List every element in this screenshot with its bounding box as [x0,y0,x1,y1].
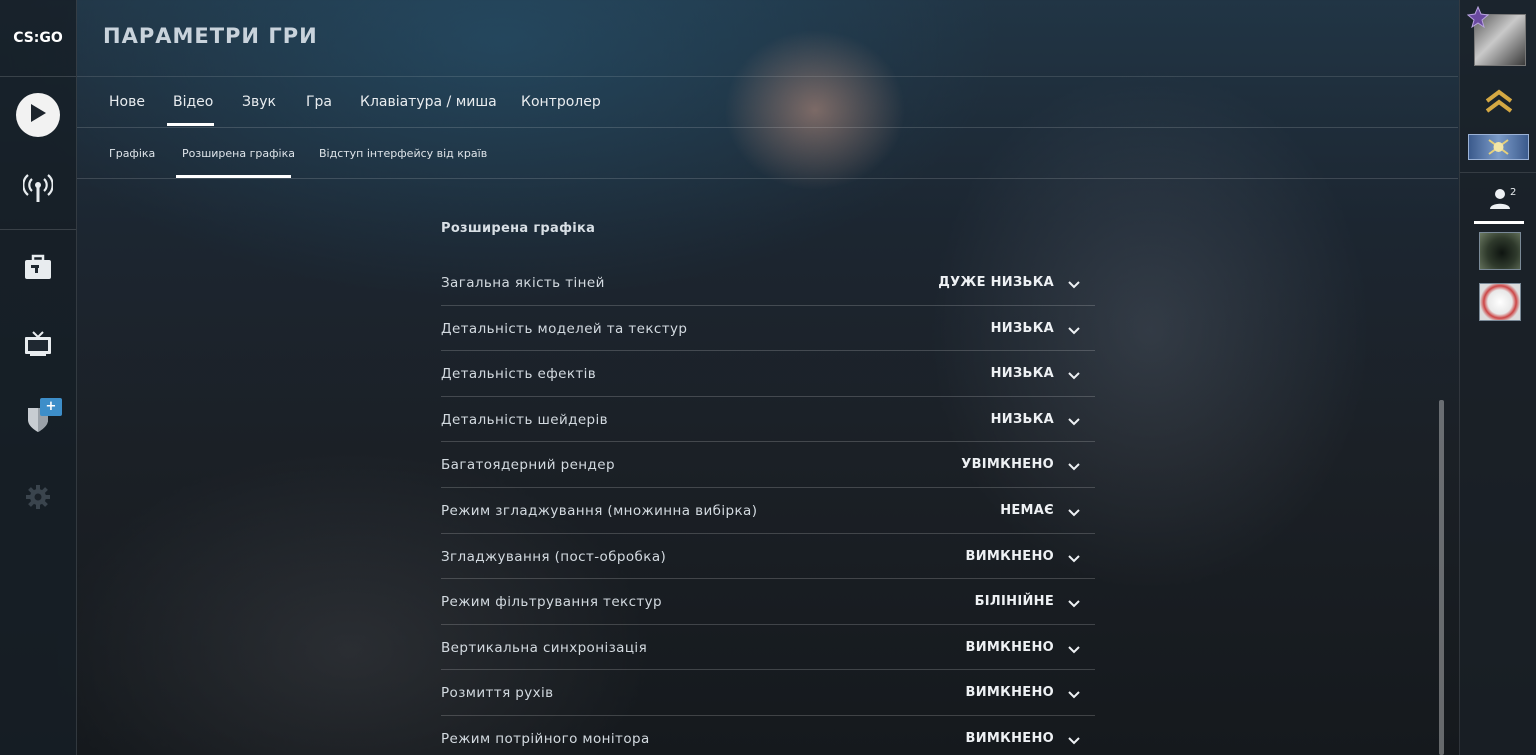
setting-row[interactable]: Режим потрійного монітора ВИМКНЕНО [441,716,1095,755]
setting-label: Детальність ефектів [441,366,597,383]
setting-row[interactable]: Детальність шейдерів НИЗЬКА [441,397,1095,443]
right-sidebar-divider [1460,172,1536,173]
inventory-briefcase-icon [24,254,52,284]
tab-sound[interactable]: Звук [242,94,276,110]
friends-active-indicator [1474,221,1524,224]
setting-value[interactable]: ВИМКНЕНО [966,640,1054,655]
tv-icon [24,331,52,361]
scrollbar[interactable] [1439,400,1444,755]
setting-row[interactable]: Згладжування (пост-обробка) ВИМКНЕНО [441,534,1095,580]
setting-label: Режим згладжування (множинна вибірка) [441,502,758,519]
setting-row[interactable]: Вертикальна синхронізація ВИМКНЕНО [441,625,1095,671]
setting-value[interactable]: БІЛІНІЙНЕ [975,594,1054,609]
friends-count: 2 [1510,187,1517,198]
setting-label: Вертикальна синхронізація [441,639,648,656]
broadcast-button[interactable] [21,173,55,207]
chevron-down-icon[interactable] [1067,322,1081,335]
play-icon [29,103,47,127]
setting-row[interactable]: Детальність моделей та текстур НИЗЬКА [441,306,1095,352]
setting-value[interactable]: НИЗЬКА [991,366,1054,381]
tab-game[interactable]: Гра [306,94,332,110]
tabs-divider [77,127,1458,128]
service-medal-icon [1468,134,1529,160]
right-sidebar: 2 [1459,0,1536,755]
setting-value[interactable]: НИЗЬКА [991,321,1054,336]
setting-value[interactable]: УВІМКНЕНО [961,457,1054,472]
setting-label: Детальність моделей та текстур [441,320,688,337]
subtab-graphics[interactable]: Графіка [109,147,155,160]
setting-row[interactable]: Багатоядерний рендер УВІМКНЕНО [441,442,1095,488]
chevron-down-icon[interactable] [1067,504,1081,517]
settings-list: Загальна якість тіней ДУЖЕ НИЗЬКА Деталь… [441,260,1095,755]
setting-value[interactable]: ДУЖЕ НИЗЬКА [938,275,1054,290]
chevron-down-icon[interactable] [1067,413,1081,426]
setting-value[interactable]: ВИМКНЕНО [966,685,1054,700]
setting-label: Детальність шейдерів [441,411,609,428]
subtab-hud-edge-positions[interactable]: Відступ інтерфейсу від країв [319,147,487,160]
setting-row[interactable]: Розмиття рухів ВИМКНЕНО [441,670,1095,716]
tab-keyboard-mouse[interactable]: Клавіатура / миша [360,94,497,110]
setting-value[interactable]: НЕМАЄ [1000,503,1054,518]
logo-text: CS:GO [13,30,63,46]
play-button[interactable] [16,93,60,137]
setting-label: Режим потрійного монітора [441,730,650,747]
csgo-logo[interactable]: CS:GO [0,0,76,77]
broadcast-icon [22,172,54,208]
chevron-down-icon[interactable] [1067,550,1081,562]
setting-label: Загальна якість тіней [441,275,605,291]
friends-button[interactable] [1474,184,1524,224]
user-icon [1489,188,1511,214]
chevron-down-icon[interactable] [1067,367,1081,380]
chevron-down-icon[interactable] [1067,458,1081,471]
friend-avatar[interactable] [1479,232,1521,270]
prime-badge-icon [1466,5,1490,29]
tab-new[interactable]: Нове [109,94,145,110]
main-tabs: Нове Відео Звук Гра Клавіатура / миша Ко… [77,77,1458,127]
friend-avatar[interactable] [1479,283,1521,321]
inventory-button[interactable] [21,252,55,286]
setting-label: Розмиття рухів [441,685,554,702]
setting-label: Режим фільтрування текстур [441,594,663,611]
tab-video[interactable]: Відео [173,94,213,110]
chevron-down-icon[interactable] [1067,276,1081,289]
chevron-down-icon[interactable] [1067,732,1081,745]
chevron-down-icon[interactable] [1067,641,1081,654]
left-sidebar: CS:GO + [0,0,77,755]
section-title: Розширена графіка [441,221,596,236]
settings-button[interactable] [21,482,55,516]
rank-chevron-icon [1484,88,1514,116]
setting-row[interactable]: Режим фільтрування текстур БІЛІНІЙНЕ [441,579,1095,625]
subtabs-divider [77,178,1458,179]
setting-value[interactable]: ВИМКНЕНО [966,731,1054,746]
active-tab-indicator [167,123,214,126]
setting-row[interactable]: Загальна якість тіней ДУЖЕ НИЗЬКА [441,260,1095,306]
sidebar-divider [0,229,76,230]
chevron-down-icon[interactable] [1067,686,1081,699]
gear-icon [25,484,51,514]
watch-button[interactable] [21,329,55,363]
chevron-down-icon[interactable] [1067,595,1081,608]
setting-value[interactable]: НИЗЬКА [991,412,1054,427]
subtab-advanced-graphics[interactable]: Розширена графіка [182,147,295,160]
page-title: ПАРАМЕТРИ ГРИ [103,24,318,48]
setting-row[interactable]: Детальність ефектів НИЗЬКА [441,351,1095,397]
new-badge: + [40,398,62,416]
setting-label: Багатоядерний рендер [441,457,615,474]
setting-value[interactable]: ВИМКНЕНО [966,549,1054,564]
setting-label: Згладжування (пост-обробка) [441,548,667,565]
tab-controller[interactable]: Контролер [521,94,601,110]
setting-row[interactable]: Режим згладжування (множинна вибірка) НЕ… [441,488,1095,534]
